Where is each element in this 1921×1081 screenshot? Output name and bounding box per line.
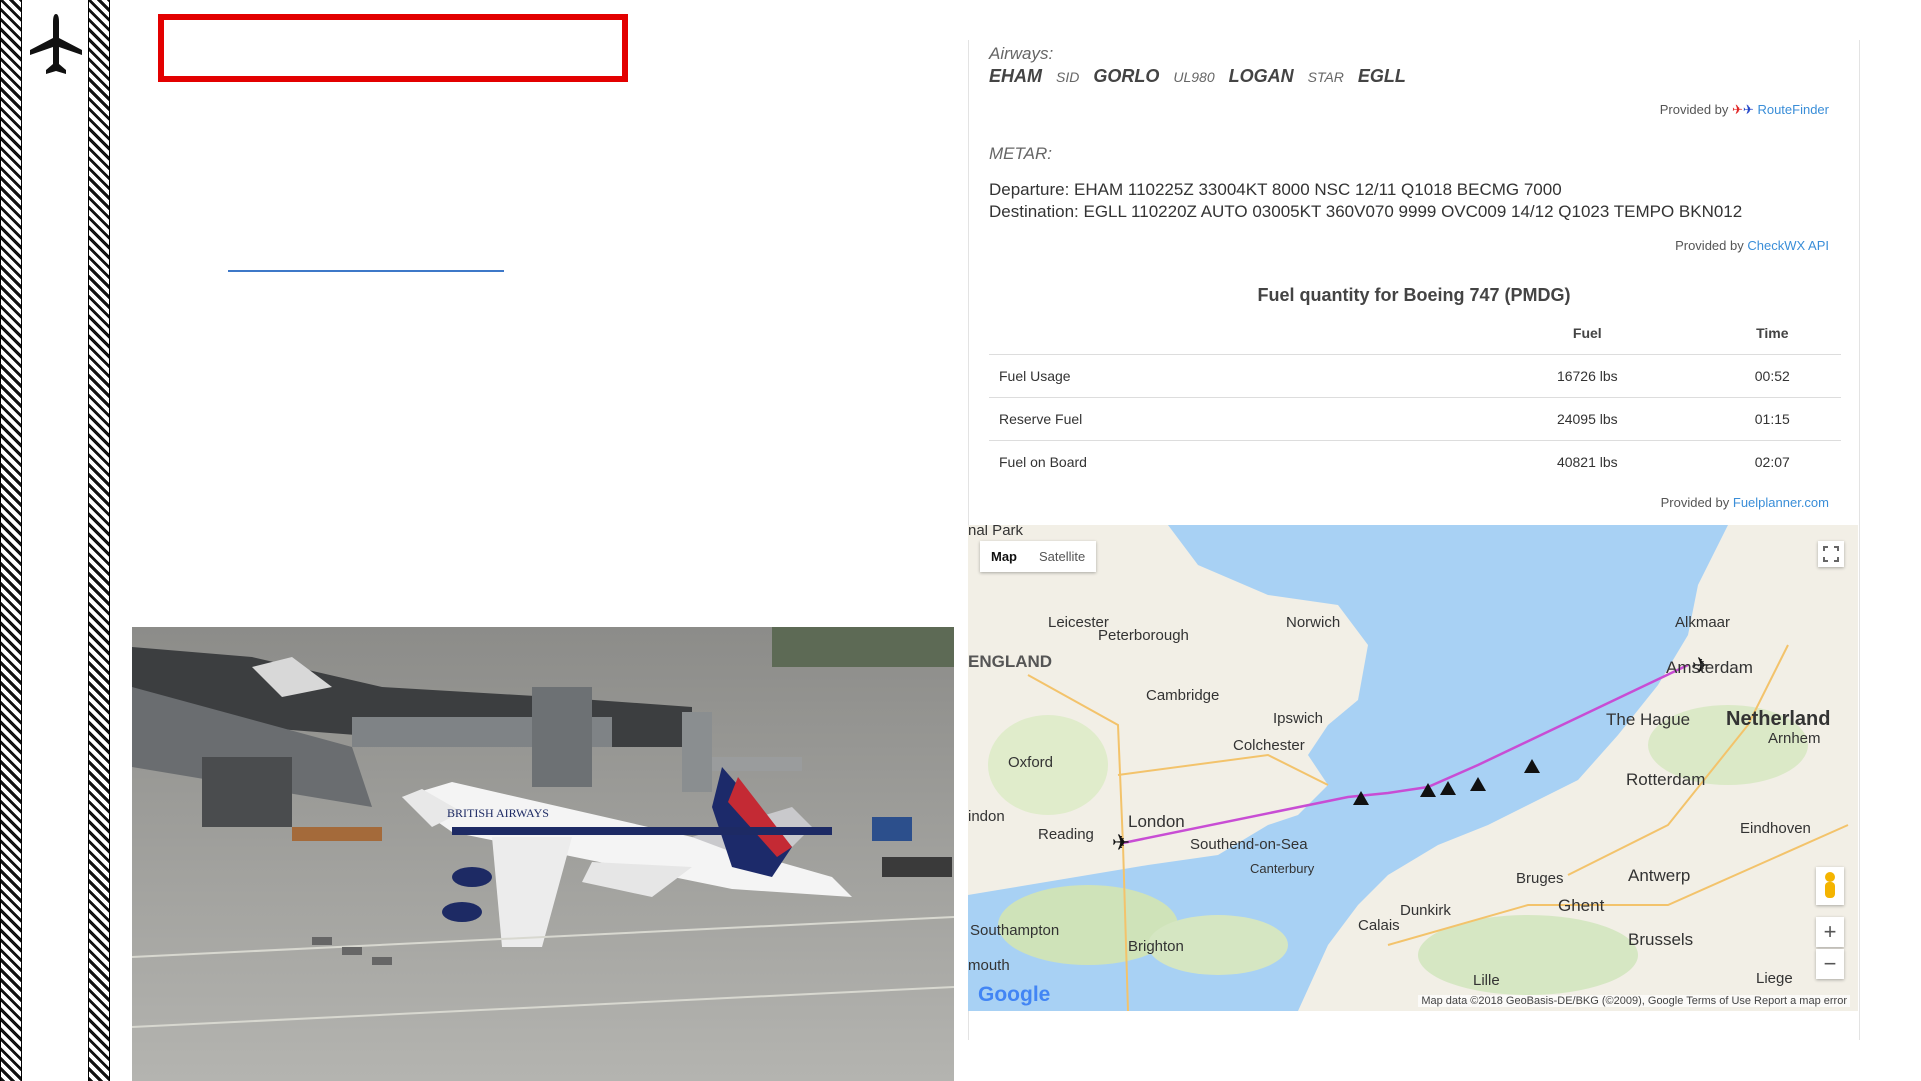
airways-route: EHAM SID GORLO UL980 LOGAN STAR EGLL — [989, 66, 1406, 87]
metar-destination: Destination: EGLL 110220Z AUTO 03005KT 3… — [989, 202, 1743, 221]
map-attribution: Map data ©2018 GeoBasis-DE/BKG (©2009), … — [1418, 995, 1850, 1007]
map-label: Antwerp — [1628, 866, 1690, 885]
airline-livery-text: BRITISH AIRWAYS — [447, 806, 549, 820]
map-label: Lille — [1473, 972, 1500, 989]
checkwx-link[interactable]: CheckWX API — [1747, 238, 1829, 253]
route-map[interactable]: ✈ ✈ Leicester Peterborough Norwich ENGLA… — [968, 525, 1858, 1011]
fullscreen-button[interactable] — [1818, 541, 1844, 567]
waypoint: EHAM — [989, 66, 1042, 86]
provided-by-text: Provided by — [1660, 495, 1730, 510]
table-row: Fuel on Board 40821 lbs 02:07 — [989, 440, 1841, 483]
airway: SID — [1056, 69, 1080, 85]
map-type-satellite-button[interactable]: Satellite — [1028, 541, 1096, 572]
fuelplanner-link[interactable]: Fuelplanner.com — [1733, 495, 1829, 510]
map-label: Cambridge — [1146, 687, 1219, 704]
map-label: Southend-on-Sea — [1190, 836, 1308, 853]
table-row: Reserve Fuel 24095 lbs 01:15 — [989, 397, 1841, 441]
fullscreen-icon — [1823, 546, 1839, 562]
pegman-icon — [1825, 872, 1835, 898]
google-logo: Google — [978, 983, 1051, 1006]
column-header — [989, 312, 1471, 355]
decorative-stripe-right — [88, 0, 110, 1081]
routefinder-logo-icon: ✈ — [1742, 102, 1754, 117]
checkwx-credit: Provided by CheckWX API — [1675, 238, 1829, 253]
map-label: Ghent — [1558, 896, 1605, 915]
map-label: Rotterdam — [1626, 770, 1705, 789]
row-time: 01:15 — [1703, 397, 1841, 441]
waypoint: LOGAN — [1228, 66, 1294, 86]
airway: STAR — [1307, 69, 1344, 85]
map-label: ENGLAND — [968, 652, 1052, 671]
map-label: Norwich — [1286, 614, 1340, 631]
map-label: Alkmaar — [1675, 614, 1730, 631]
map-type-toggle: Map Satellite — [980, 541, 1097, 572]
row-fuel: 24095 lbs — [1471, 397, 1704, 441]
metar-label: METAR: — [989, 144, 1052, 163]
map-label: Bruges — [1516, 870, 1564, 887]
map-label: Brussels — [1628, 930, 1693, 949]
map-label: indon — [968, 808, 1005, 825]
column-header-fuel: Fuel — [1572, 325, 1602, 341]
map-label: Calais — [1358, 917, 1400, 934]
map-type-map-button[interactable]: Map — [980, 541, 1028, 572]
routefinder-logo-icon: ✈ — [1732, 102, 1743, 117]
row-fuel: 40821 lbs — [1471, 440, 1704, 483]
waypoint: EGLL — [1357, 66, 1406, 86]
waypoint: GORLO — [1093, 66, 1160, 86]
fuel-table: Fuel Time Fuel Usage 16726 lbs 00:52 Res… — [989, 312, 1841, 483]
title-highlight-box — [158, 14, 628, 82]
map-label: Peterborough — [1098, 627, 1189, 644]
row-name: Fuel on Board — [989, 440, 1471, 483]
provided-by-text: Provided by — [1659, 102, 1729, 117]
map-label: Colchester — [1233, 737, 1305, 754]
fuel-table-title: Fuel quantity for Boeing 747 (PMDG) — [1257, 285, 1571, 305]
row-name: Fuel Usage — [989, 354, 1471, 398]
map-label: Canterbury — [1250, 861, 1315, 876]
table-row: Fuel Usage 16726 lbs 00:52 — [989, 354, 1841, 398]
airplane-icon — [30, 14, 82, 74]
map-label: Brighton — [1128, 938, 1184, 955]
map-label: nal Park — [968, 525, 1024, 539]
map-label: Ipswich — [1273, 710, 1323, 727]
map-label: Southampton — [970, 922, 1059, 939]
row-time: 02:07 — [1703, 440, 1841, 483]
map-label: Eindhoven — [1740, 820, 1811, 837]
provided-by-text: Provided by — [1675, 238, 1744, 253]
map-label: London — [1128, 812, 1185, 831]
map-label: mouth — [968, 957, 1010, 974]
map-label: Dunkirk — [1400, 902, 1451, 919]
row-name: Reserve Fuel — [989, 397, 1471, 441]
decorative-stripe-left — [0, 0, 22, 1081]
row-fuel: 16726 lbs — [1471, 354, 1704, 398]
map-label: Amsterdam — [1666, 658, 1753, 677]
routefinder-credit: Provided by ✈✈ RouteFinder — [1660, 102, 1829, 118]
metar-departure: Departure: EHAM 110225Z 33004KT 8000 NSC… — [989, 180, 1562, 199]
airway: UL980 — [1173, 69, 1215, 85]
fuelplanner-credit: Provided by Fuelplanner.com — [1661, 495, 1829, 510]
map-label: The Hague — [1606, 710, 1690, 729]
map-label: Liege — [1756, 970, 1793, 987]
departure-airplane-icon: ✈ — [1112, 830, 1130, 855]
aircraft-photo: BRITISH AIRWAYS — [132, 627, 954, 1081]
map-label: Netherland — [1726, 708, 1830, 730]
routefinder-link[interactable]: RouteFinder — [1757, 102, 1829, 117]
zoom-in-button[interactable]: + — [1816, 917, 1844, 947]
zoom-out-button[interactable]: − — [1816, 949, 1844, 979]
airways-label: Airways: — [989, 44, 1054, 63]
row-time: 00:52 — [1703, 354, 1841, 398]
map-label: Oxford — [1008, 754, 1053, 771]
map-label: Reading — [1038, 826, 1094, 843]
column-header-time: Time — [1756, 325, 1789, 341]
street-view-button[interactable] — [1816, 867, 1844, 905]
hyperlink-underline[interactable] — [228, 270, 504, 272]
map-label: Arnhem — [1768, 730, 1821, 747]
